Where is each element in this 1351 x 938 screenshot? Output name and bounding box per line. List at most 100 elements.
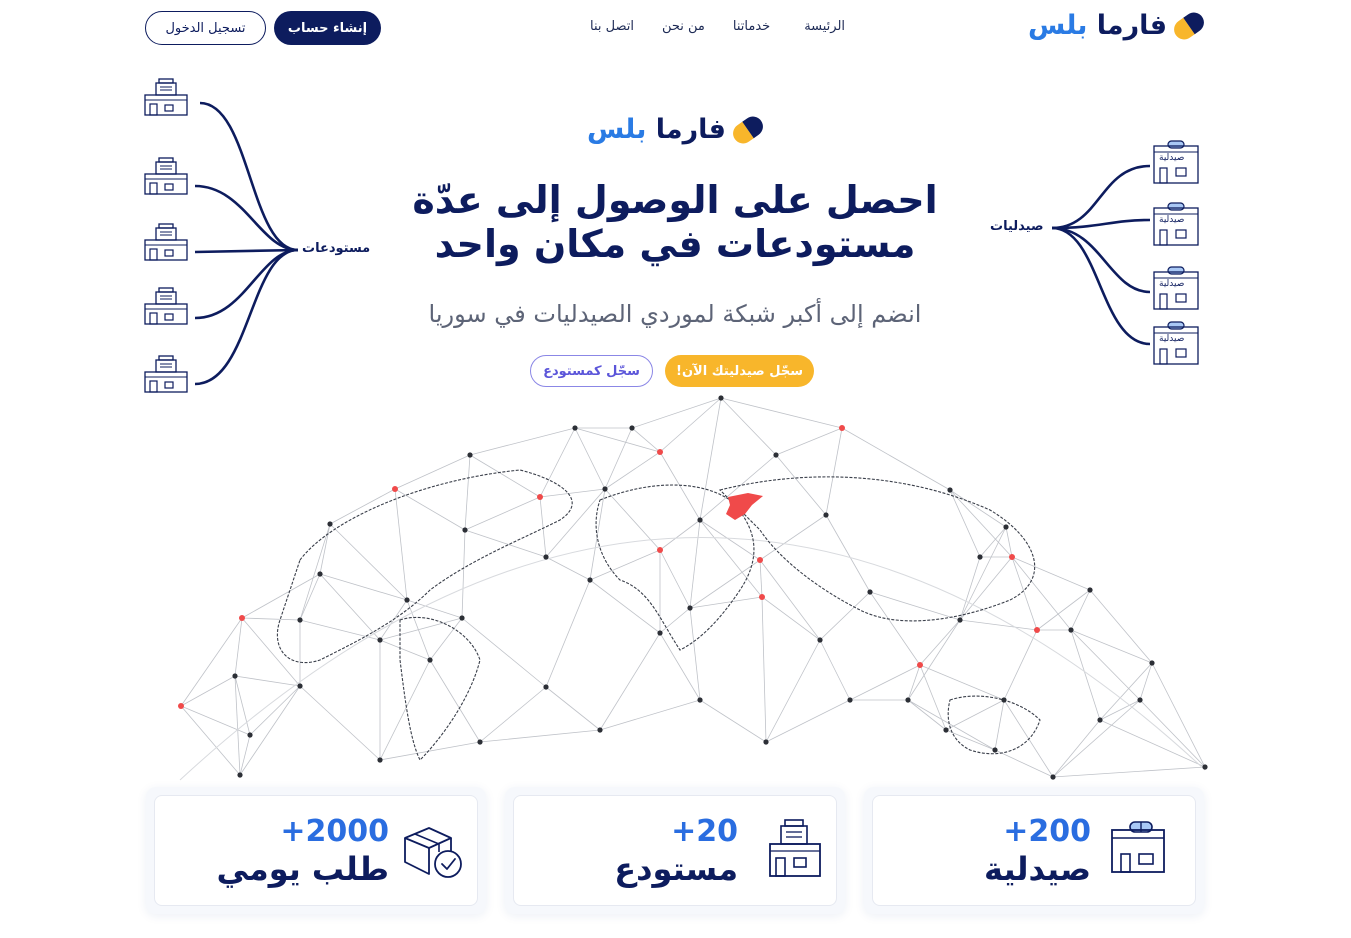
network-node: [427, 657, 433, 663]
network-link: [1099, 662, 1153, 721]
network-link: [959, 556, 981, 621]
network-link: [394, 488, 466, 531]
network-node: [327, 521, 333, 527]
network-node: [657, 547, 663, 553]
network-link: [589, 579, 661, 634]
network-link: [461, 529, 466, 619]
network-link: [319, 573, 381, 641]
network-node: [462, 527, 468, 533]
network-node: [1001, 697, 1007, 703]
pharmacy-icon: [1153, 140, 1199, 365]
network-link: [1052, 766, 1206, 778]
network-node: [1034, 627, 1040, 633]
network-link: [919, 664, 947, 731]
network-node: [232, 673, 238, 679]
network-link: [759, 559, 763, 598]
network-link: [699, 699, 767, 743]
network-link: [379, 659, 431, 761]
network-link: [469, 427, 576, 456]
network-link: [759, 559, 821, 641]
network-link: [1070, 629, 1153, 664]
stat-card-pharmacies: +200 صيدلية: [864, 787, 1204, 914]
hero-logo: فارما بلس: [0, 112, 1351, 147]
network-link: [919, 619, 961, 666]
delivered-box-icon: [404, 827, 462, 878]
network-link: [604, 488, 661, 551]
network-link: [659, 397, 722, 453]
network-node: [718, 395, 724, 401]
network-link: [241, 617, 301, 621]
network-node: [847, 697, 853, 703]
network-link: [1099, 719, 1206, 768]
network-link: [464, 454, 471, 531]
stat-number: +20: [671, 814, 738, 849]
network-link: [539, 496, 547, 558]
hero-title: احصل على الوصول إلى عدّة مستودعات في مكا…: [380, 178, 970, 266]
register-pharmacy-button[interactable]: سجّل صيدليتك الآن!: [665, 355, 814, 387]
pharmacy-sign: صيدلية: [1159, 279, 1185, 289]
network-link: [574, 427, 661, 453]
network-link: [761, 596, 821, 641]
network-node: [1003, 524, 1009, 530]
network-link: [659, 607, 691, 634]
network-link: [249, 685, 301, 736]
network-link: [234, 675, 301, 687]
network-node: [817, 637, 823, 643]
network-node: [404, 597, 410, 603]
hero-subtitle: انضم إلى أكبر شبكة لموردي الصيدليات في س…: [428, 300, 922, 328]
network-link: [775, 454, 827, 516]
network-node: [572, 425, 578, 431]
network-node: [992, 747, 998, 753]
hero-brand-name: فارما بلس: [587, 114, 726, 145]
network-link: [659, 451, 701, 521]
network-link: [949, 489, 1013, 558]
network-link: [959, 619, 1038, 631]
network-link: [479, 729, 601, 743]
network-link: [689, 559, 761, 609]
network-link: [241, 573, 321, 619]
network-link: [869, 591, 921, 666]
network-node: [867, 589, 873, 595]
warehouse-connectors: [194, 101, 299, 386]
network-node: [1068, 627, 1074, 633]
network-link: [1099, 699, 1141, 721]
network-link: [1011, 556, 1038, 631]
network-link: [1070, 589, 1091, 631]
network-node: [905, 697, 911, 703]
network-node: [823, 512, 829, 518]
network-node: [1137, 697, 1143, 703]
network-link: [539, 488, 606, 498]
network-node: [1149, 660, 1155, 666]
network-link: [759, 514, 827, 561]
globe-network: [178, 395, 1208, 781]
network-link: [689, 596, 763, 609]
network-link: [869, 591, 961, 621]
network-node: [297, 683, 303, 689]
network-link: [180, 675, 236, 707]
network-node: [587, 577, 593, 583]
network-link: [907, 699, 996, 751]
network-link: [545, 686, 601, 731]
pharmacy-icon: [1111, 821, 1165, 873]
network-link: [239, 734, 251, 776]
network-link: [994, 699, 1005, 751]
syria-highlight: [726, 493, 763, 520]
network-node: [377, 637, 383, 643]
network-link: [180, 617, 243, 707]
network-node: [602, 486, 608, 492]
warehouse-icon: [769, 819, 821, 877]
network-link: [1005, 526, 1013, 558]
network-node: [247, 732, 253, 738]
network-link: [959, 556, 1013, 621]
network-link: [765, 639, 821, 743]
network-link: [479, 686, 547, 743]
network-node: [657, 630, 663, 636]
pharmacy-sign: صيدلية: [1159, 153, 1185, 163]
warehouses-label: مستودعات: [302, 241, 371, 256]
network-link: [1052, 699, 1141, 778]
network-link: [1089, 589, 1153, 664]
network-link: [379, 639, 431, 661]
network-link: [589, 549, 661, 581]
register-warehouse-button[interactable]: سجّل كمستودع: [530, 355, 653, 387]
network-node: [1097, 717, 1103, 723]
